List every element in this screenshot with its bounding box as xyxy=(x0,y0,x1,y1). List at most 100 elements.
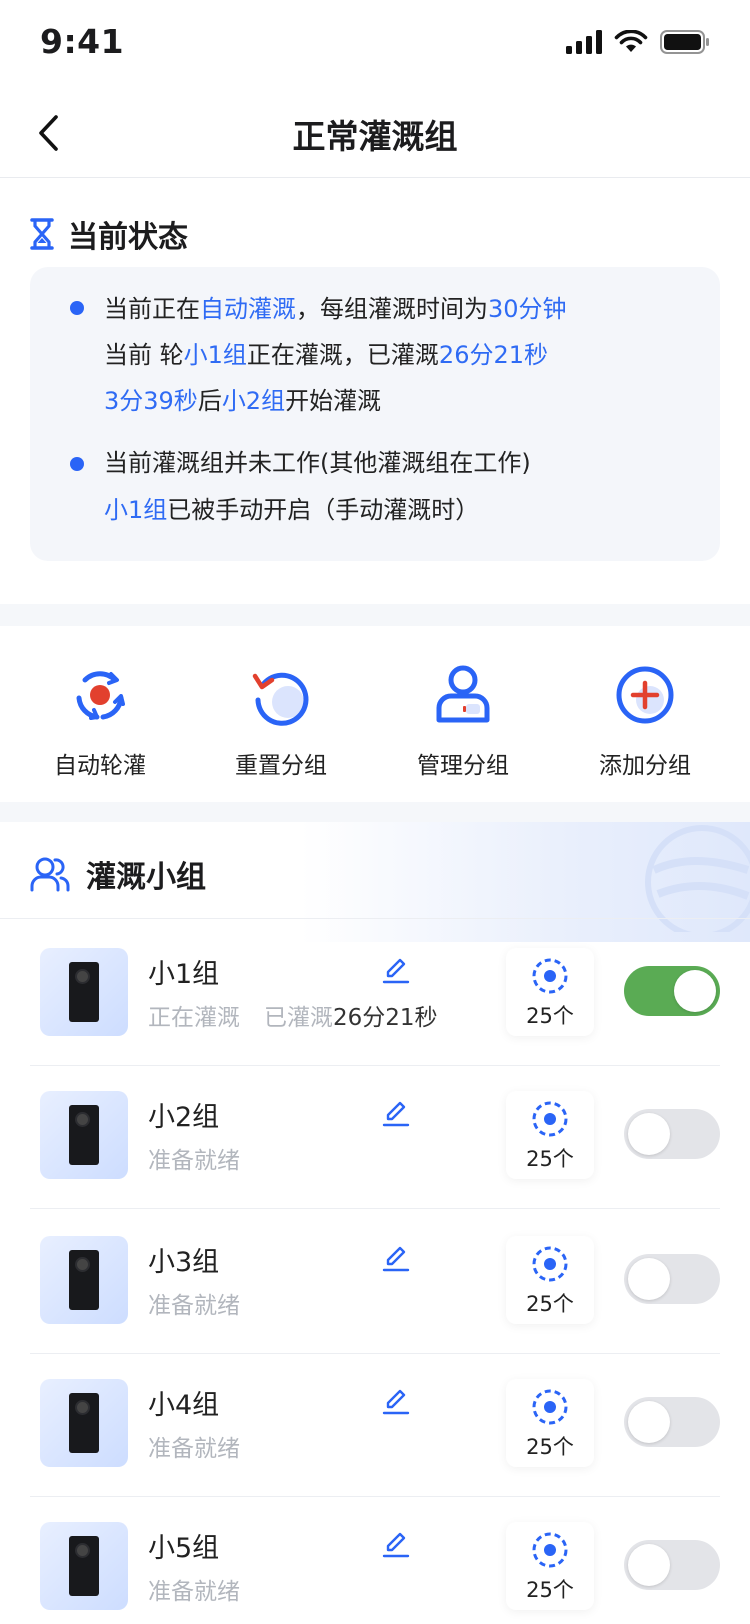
sprinkler-count-value: 25个 xyxy=(526,1004,574,1028)
status-line: 当前正在自动灌溉，每组灌溉时间为30分钟 xyxy=(104,285,567,333)
sprinkler-count-value: 25个 xyxy=(526,1292,574,1316)
edit-icon[interactable] xyxy=(380,1383,412,1415)
device-thumbnail xyxy=(40,948,128,1036)
camera-device-image xyxy=(69,1250,99,1310)
group-toggle[interactable] xyxy=(624,1254,720,1304)
edit-icon[interactable] xyxy=(380,1095,412,1127)
wifi-icon xyxy=(614,30,648,52)
current-status-header: 当前状态 xyxy=(30,212,188,256)
sprinkler-count[interactable]: 25个 xyxy=(506,1379,594,1467)
sprinkler-target-icon xyxy=(532,1532,568,1568)
reset-groups-button[interactable]: 重置分组 xyxy=(191,660,371,780)
action-label: 添加分组 xyxy=(599,753,691,779)
device-thumbnail xyxy=(40,1379,128,1467)
camera-device-image xyxy=(69,1105,99,1165)
group-name: 小2组 xyxy=(148,1102,220,1133)
group-row[interactable]: 小1组 正在灌溉 已灌溉26分21秒 25个 xyxy=(0,918,750,1066)
highlight-text: 自动灌溉 xyxy=(200,295,296,323)
sprinkler-target-icon xyxy=(532,1246,568,1282)
status-line: 当前 轮小1组正在灌溉，已灌溉26分21秒 xyxy=(104,331,548,379)
sprinkler-count[interactable]: 25个 xyxy=(506,1091,594,1179)
users-icon xyxy=(30,857,70,892)
highlight-text: 小2组 xyxy=(221,387,286,415)
elapsed-label: 已灌溉 xyxy=(264,1005,333,1031)
group-toggle[interactable] xyxy=(624,1540,720,1590)
highlight-text: 26分21秒 xyxy=(438,341,548,369)
status-text: 正在灌溉，已灌溉 xyxy=(246,341,439,369)
device-thumbnail xyxy=(40,1091,128,1179)
status-card: 当前正在自动灌溉，每组灌溉时间为30分钟 当前 轮小1组正在灌溉，已灌溉26分2… xyxy=(30,267,720,561)
camera-device-image xyxy=(69,1393,99,1453)
toggle-knob xyxy=(628,1258,670,1300)
group-status: 正在灌溉 已灌溉26分21秒 xyxy=(148,998,438,1032)
group-toggle[interactable] xyxy=(624,1109,720,1159)
current-status-title: 当前状态 xyxy=(68,220,188,255)
toggle-knob xyxy=(628,1113,670,1155)
status-line: 3分39秒后小2组开始灌溉 xyxy=(104,377,381,425)
group-toggle[interactable] xyxy=(624,966,720,1016)
sprinkler-target-icon xyxy=(532,1101,568,1137)
group-row[interactable]: 小5组 准备就绪 25个 xyxy=(0,1492,750,1624)
groups-title: 灌溉小组 xyxy=(86,860,206,895)
status-bar: 9:41 xyxy=(0,0,750,88)
toggle-knob xyxy=(674,970,716,1012)
sprinkler-count[interactable]: 25个 xyxy=(506,948,594,1036)
group-name: 小5组 xyxy=(148,1533,220,1564)
highlight-text: 小1组 xyxy=(183,341,247,369)
edit-icon[interactable] xyxy=(380,1526,412,1558)
status-label: 准备就绪 xyxy=(148,1293,240,1319)
status-text: 开始灌溉 xyxy=(285,387,382,415)
quick-actions: 自动轮灌 重置分组 管理分组 添加分组 xyxy=(0,626,750,802)
camera-device-image xyxy=(69,1536,99,1596)
group-status: 准备就绪 xyxy=(148,1429,240,1463)
sprinkler-count[interactable]: 25个 xyxy=(506,1522,594,1610)
group-name: 小3组 xyxy=(148,1247,220,1278)
sprinkler-count-value: 25个 xyxy=(526,1147,574,1171)
status-text: 已被手动开启（手动灌溉时） xyxy=(167,496,480,524)
hourglass-icon xyxy=(30,218,54,250)
edit-icon[interactable] xyxy=(380,952,412,984)
manage-groups-button[interactable]: 管理分组 xyxy=(373,660,553,780)
group-row[interactable]: 小4组 准备就绪 25个 xyxy=(0,1349,750,1497)
navigation-bar: 正常灌溉组 xyxy=(0,88,750,178)
irrigation-groups-section: 灌溉小组 小1组 正在灌溉 已灌溉26分21秒 25个 小2组 准备就绪 25个… xyxy=(0,822,750,1624)
highlight-text: 3分39秒 xyxy=(104,387,198,415)
groups-header: 灌溉小组 xyxy=(30,852,206,896)
current-status-section: 当前状态 当前正在自动灌溉，每组灌溉时间为30分钟 当前 轮小1组正在灌溉，已灌… xyxy=(0,178,750,604)
status-label: 准备就绪 xyxy=(148,1579,240,1605)
battery-icon xyxy=(660,30,709,54)
device-thumbnail xyxy=(40,1522,128,1610)
status-text: 当前灌溉组并未工作(其他灌溉组在工作) xyxy=(104,449,531,477)
edit-icon[interactable] xyxy=(380,1240,412,1272)
group-name: 小4组 xyxy=(148,1390,220,1421)
auto-rotate-button[interactable]: 自动轮灌 xyxy=(10,660,190,780)
group-status: 准备就绪 xyxy=(148,1141,240,1175)
group-row[interactable]: 小2组 准备就绪 25个 xyxy=(0,1061,750,1209)
status-time: 9:41 xyxy=(40,22,125,61)
logo-watermark-icon xyxy=(645,825,750,932)
status-text: 当前正在 xyxy=(104,295,200,323)
device-thumbnail xyxy=(40,1236,128,1324)
status-line: 小1组已被手动开启（手动灌溉时） xyxy=(104,486,479,534)
add-circle-icon xyxy=(616,666,674,724)
toggle-knob xyxy=(628,1544,670,1586)
add-group-button[interactable]: 添加分组 xyxy=(555,660,735,780)
sprinkler-target-icon xyxy=(532,1389,568,1425)
group-row[interactable]: 小3组 准备就绪 25个 xyxy=(0,1206,750,1354)
status-icons xyxy=(566,30,710,54)
group-name: 小1组 xyxy=(148,959,220,990)
bullet-dot xyxy=(70,301,84,315)
action-label: 重置分组 xyxy=(235,753,327,779)
action-label: 管理分组 xyxy=(417,753,509,779)
sprinkler-count-value: 25个 xyxy=(526,1435,574,1459)
sprinkler-count[interactable]: 25个 xyxy=(506,1236,594,1324)
action-label: 自动轮灌 xyxy=(54,753,146,779)
highlight-text: 小1组 xyxy=(104,496,168,524)
elapsed-time: 26分21秒 xyxy=(333,1005,438,1031)
cellular-signal-icon xyxy=(566,30,602,54)
group-toggle[interactable] xyxy=(624,1397,720,1447)
sprinkler-count-value: 25个 xyxy=(526,1578,574,1602)
highlight-text: 30分钟 xyxy=(488,295,567,323)
status-line: 当前灌溉组并未工作(其他灌溉组在工作) xyxy=(104,439,531,487)
manage-user-icon xyxy=(436,665,490,723)
